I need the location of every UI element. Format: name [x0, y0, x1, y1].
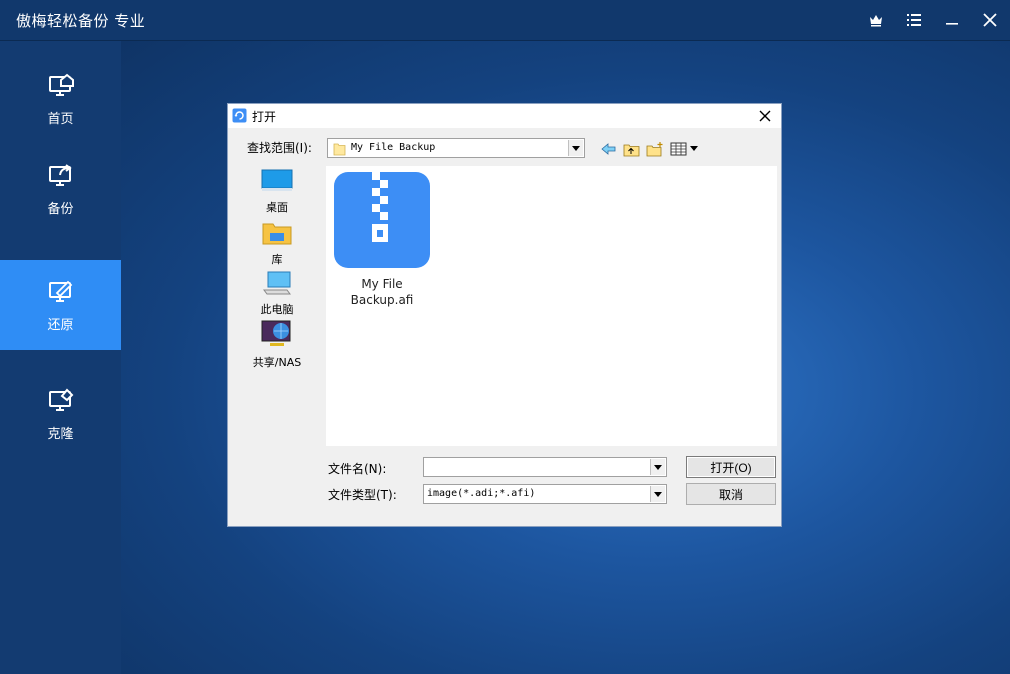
- new-folder-icon[interactable]: [644, 140, 666, 158]
- sidebar-item-restore[interactable]: 还原: [0, 260, 121, 350]
- place-network-share[interactable]: 共享/NAS: [242, 319, 312, 370]
- app-title: 傲梅轻松备份 专业: [16, 12, 146, 30]
- sidebar-item-label: 克隆: [47, 426, 74, 442]
- place-label: 库: [271, 253, 283, 266]
- view-menu-icon[interactable]: [669, 140, 701, 158]
- sidebar-item-label: 还原: [47, 317, 74, 333]
- file-list: My File Backup.afi: [326, 166, 777, 446]
- chevron-down-icon[interactable]: [650, 459, 665, 475]
- sidebar-item-home[interactable]: 首页: [0, 54, 121, 144]
- dialog-titlebar: 打开: [228, 104, 781, 128]
- dialog-close-icon[interactable]: [755, 106, 775, 126]
- place-label: 桌面: [266, 201, 288, 214]
- desktop-icon: [261, 168, 293, 197]
- up-folder-icon[interactable]: [621, 140, 643, 158]
- sidebar-item-label: 备份: [47, 201, 74, 217]
- back-icon[interactable]: [598, 140, 620, 158]
- places-bar: 桌面 库 此电脑 共享/NAS: [242, 162, 312, 369]
- sidebar-item-backup[interactable]: 备份: [0, 144, 121, 234]
- place-label: 此电脑: [260, 303, 294, 316]
- look-in-value: My File Backup: [351, 142, 436, 153]
- sidebar-item-label: 首页: [47, 111, 74, 127]
- file-name-combobox[interactable]: [423, 457, 667, 477]
- dialog-title: 打开: [252, 110, 277, 124]
- sidebar: 首页 备份 还原 克隆: [0, 41, 121, 674]
- this-pc-icon: [261, 270, 293, 299]
- backup-monitor-icon: [48, 162, 74, 192]
- archive-zip-icon: [334, 172, 430, 272]
- file-type-label: 文件类型(T):: [328, 488, 397, 502]
- menu-icon[interactable]: [903, 9, 925, 31]
- place-desktop[interactable]: 桌面: [242, 168, 312, 215]
- clone-monitor-icon: [48, 387, 74, 417]
- file-type-combobox[interactable]: image(*.adi;*.afi): [423, 484, 667, 504]
- file-name-label: 文件名(N):: [328, 462, 387, 476]
- folder-icon: [333, 142, 346, 159]
- minimize-icon[interactable]: [941, 9, 963, 31]
- app-titlebar: 傲梅轻松备份 专业: [0, 0, 1010, 41]
- restore-monitor-icon: [48, 278, 74, 308]
- crown-icon[interactable]: [865, 9, 887, 31]
- open-file-dialog: 打开 查找范围(I): My File Backup 桌面 库 此电脑 共享/N…: [227, 103, 782, 527]
- open-button[interactable]: 打开(O): [686, 456, 776, 478]
- file-name: My File Backup.afi: [351, 276, 414, 308]
- sidebar-item-clone[interactable]: 克隆: [0, 369, 121, 459]
- chevron-down-icon[interactable]: [650, 486, 665, 502]
- app-logo-icon: [232, 108, 247, 127]
- library-icon: [261, 220, 293, 249]
- close-icon[interactable]: [979, 9, 1001, 31]
- look-in-combobox[interactable]: My File Backup: [327, 138, 585, 158]
- place-label: 共享/NAS: [252, 356, 302, 369]
- look-in-label: 查找范围(I):: [247, 141, 312, 155]
- file-type-value: image(*.adi;*.afi): [427, 488, 536, 499]
- file-name-line: Backup.afi: [350, 293, 414, 307]
- file-name-line: My File: [361, 277, 403, 291]
- chevron-down-icon[interactable]: [568, 140, 583, 156]
- cancel-button[interactable]: 取消: [686, 483, 776, 505]
- file-item[interactable]: My File Backup.afi: [334, 172, 430, 308]
- place-this-pc[interactable]: 此电脑: [242, 270, 312, 317]
- place-library[interactable]: 库: [242, 220, 312, 267]
- network-share-icon: [260, 319, 294, 352]
- home-monitor-icon: [48, 72, 74, 102]
